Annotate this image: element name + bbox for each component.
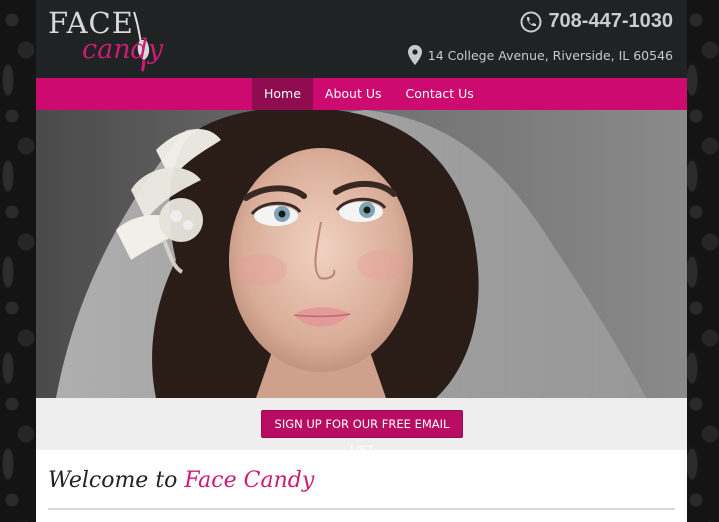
address: 14 College Avenue, Riverside, IL 60546: [407, 45, 673, 65]
phone-number[interactable]: 708-447-1030: [520, 10, 673, 33]
signup-band: SIGN UP FOR OUR FREE EMAIL LIST: [36, 398, 687, 457]
bride-portrait-image: [56, 110, 646, 398]
nav-about-us[interactable]: About Us: [313, 78, 394, 110]
email-signup-button[interactable]: SIGN UP FOR OUR FREE EMAIL LIST: [261, 410, 463, 457]
map-pin-icon: [407, 45, 422, 65]
phone-text: 708-447-1030: [548, 10, 673, 32]
logo-candy-text: candy: [82, 34, 164, 65]
nav-contact-us[interactable]: Contact Us: [394, 78, 486, 110]
site-logo[interactable]: FACE candy: [48, 4, 188, 74]
main-nav: Home About Us Contact Us: [36, 78, 687, 110]
divider: [48, 508, 675, 510]
welcome-brand: Face Candy: [184, 468, 315, 493]
welcome-prefix: Welcome to: [48, 468, 178, 493]
address-text: 14 College Avenue, Riverside, IL 60546: [427, 47, 673, 63]
hero-image: [36, 110, 687, 398]
page: FACE candy 708-447-1030 14 College Avenu…: [36, 0, 687, 522]
site-header: FACE candy 708-447-1030 14 College Avenu…: [36, 0, 687, 78]
welcome-heading: Welcome to Face Candy: [48, 468, 314, 493]
phone-icon: [520, 11, 542, 32]
nav-home[interactable]: Home: [252, 78, 313, 110]
